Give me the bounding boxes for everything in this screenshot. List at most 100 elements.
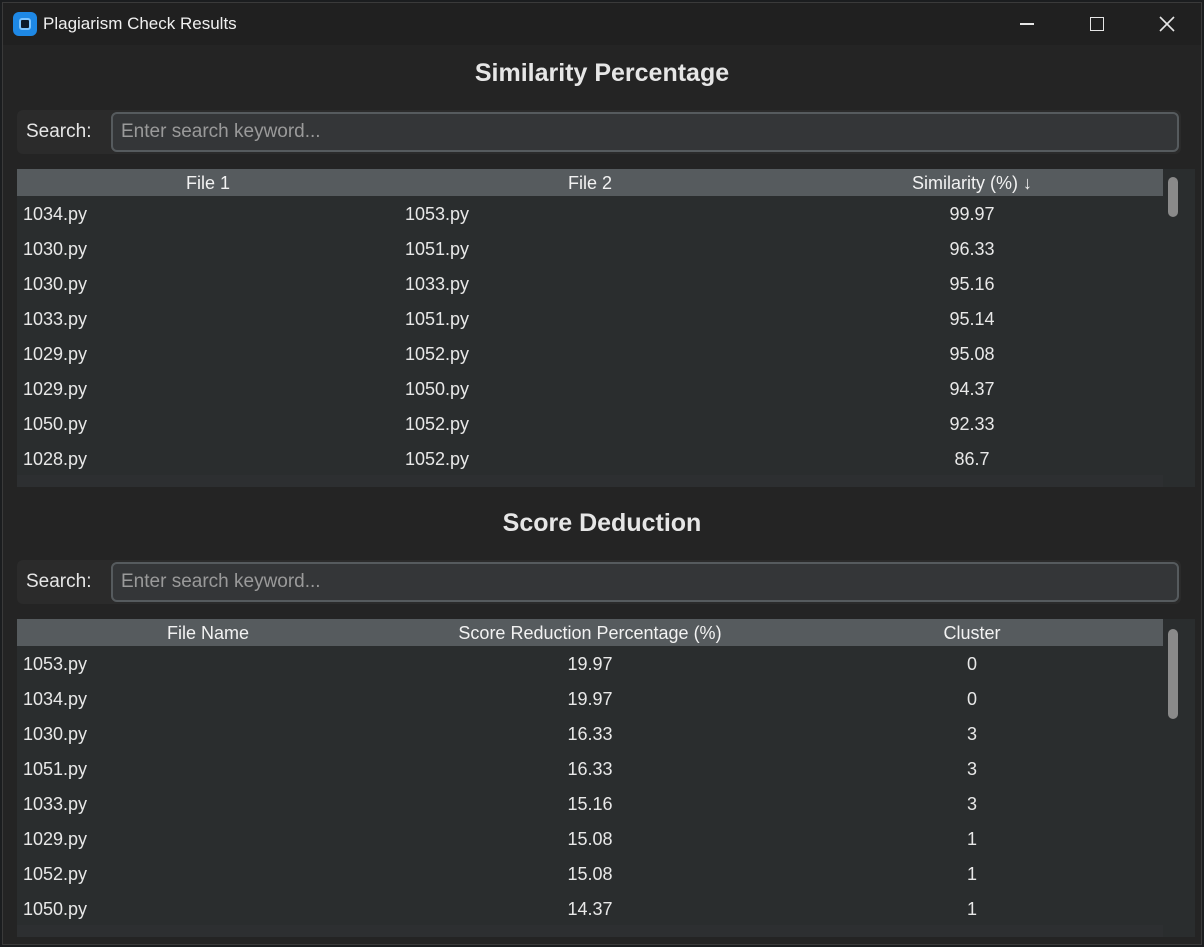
cell-similarity: 95.08 <box>949 344 995 364</box>
similarity-vertical-scrollbar[interactable] <box>1168 173 1178 473</box>
cell-score-reduction: 16.33 <box>567 724 613 744</box>
cell-similarity: 92.33 <box>949 414 995 434</box>
cell-file2: 1052.py <box>405 449 470 469</box>
similarity-table: File 1 File 2 Similarity (%) ↓ 1034.py 1… <box>17 169 1195 487</box>
similarity-search-input[interactable] <box>111 112 1179 152</box>
column-header-score-reduction[interactable]: Score Reduction Percentage (%) <box>399 623 781 644</box>
cell-file1: 1030.py <box>23 274 88 294</box>
cell-file1: 1029.py <box>23 379 88 399</box>
column-header-file-name[interactable]: File Name <box>17 623 399 644</box>
cell-file2: 1052.py <box>405 414 470 434</box>
cell-cluster: 0 <box>966 689 977 709</box>
table-row[interactable]: 1029.py 1052.py 95.08 <box>17 336 1163 371</box>
table-row[interactable]: 1030.py 1051.py 96.33 <box>17 231 1163 266</box>
cell-cluster: 3 <box>966 794 977 814</box>
cell-file-name: 1053.py <box>23 654 88 674</box>
cell-score-reduction: 19.97 <box>567 654 613 674</box>
deduction-search-input[interactable] <box>111 562 1179 602</box>
cell-score-reduction: 15.08 <box>567 864 613 884</box>
deduction-search-bar: Search: <box>17 560 1181 604</box>
table-row[interactable]: 1030.py 16.33 3 <box>17 716 1163 751</box>
table-row[interactable]: 1050.py 14.37 1 <box>17 891 1163 926</box>
deduction-section-title: Score Deduction <box>502 509 702 537</box>
cell-cluster: 1 <box>966 899 977 919</box>
table-row[interactable]: 1029.py 1050.py 94.37 <box>17 371 1163 406</box>
column-header-file2[interactable]: File 2 <box>399 173 781 194</box>
table-row[interactable]: 1053.py 19.97 0 <box>17 646 1163 681</box>
close-icon <box>1159 16 1175 32</box>
cell-file-name: 1050.py <box>23 899 88 919</box>
cell-similarity: 95.16 <box>949 274 995 294</box>
similarity-scroll-thumb[interactable] <box>1168 177 1178 217</box>
cell-file2: 1050.py <box>405 379 470 399</box>
cell-score-reduction: 16.33 <box>567 759 613 779</box>
similarity-search-label: Search: <box>26 121 92 142</box>
cell-similarity: 96.33 <box>949 239 995 259</box>
cell-file2: 1052.py <box>405 344 470 364</box>
table-row[interactable]: 1034.py 1053.py 99.97 <box>17 196 1163 231</box>
app-icon <box>13 12 37 36</box>
similarity-horizontal-scrollbar[interactable] <box>17 475 1163 487</box>
cell-file-name: 1029.py <box>23 829 88 849</box>
cell-score-reduction: 15.16 <box>567 794 613 814</box>
column-header-cluster[interactable]: Cluster <box>781 623 1163 644</box>
similarity-section-title: Similarity Percentage <box>474 59 730 87</box>
cell-file2: 1051.py <box>405 309 470 329</box>
cell-cluster: 1 <box>966 829 977 849</box>
cell-score-reduction: 14.37 <box>567 899 613 919</box>
cell-file1: 1034.py <box>23 204 88 224</box>
cell-similarity: 95.14 <box>949 309 995 329</box>
table-row[interactable]: 1034.py 19.97 0 <box>17 681 1163 716</box>
deduction-vertical-scrollbar[interactable] <box>1168 623 1178 923</box>
cell-file-name: 1051.py <box>23 759 88 779</box>
cell-file2: 1033.py <box>405 274 470 294</box>
cell-file2: 1053.py <box>405 204 470 224</box>
deduction-scroll-thumb[interactable] <box>1168 629 1178 719</box>
cell-file-name: 1033.py <box>23 794 88 814</box>
window-title: Plagiarism Check Results <box>43 14 237 33</box>
table-row[interactable]: 1050.py 1052.py 92.33 <box>17 406 1163 441</box>
cell-cluster: 3 <box>966 759 977 779</box>
cell-cluster: 0 <box>966 654 977 674</box>
column-header-file1[interactable]: File 1 <box>17 173 399 194</box>
deduction-table-body: 1053.py 19.97 0 1034.py 19.97 0 1030.py … <box>17 646 1163 926</box>
cell-file1: 1050.py <box>23 414 88 434</box>
maximize-icon <box>1090 17 1104 31</box>
cell-file-name: 1052.py <box>23 864 88 884</box>
similarity-table-body: 1034.py 1053.py 99.97 1030.py 1051.py 96… <box>17 196 1163 476</box>
table-row[interactable]: 1033.py 1051.py 95.14 <box>17 301 1163 336</box>
minimize-icon <box>1020 23 1034 25</box>
table-row[interactable]: 1030.py 1033.py 95.16 <box>17 266 1163 301</box>
deduction-horizontal-scrollbar[interactable] <box>17 925 1163 937</box>
table-row[interactable]: 1028.py 1052.py 86.7 <box>17 441 1163 476</box>
deduction-table: File Name Score Reduction Percentage (%)… <box>17 619 1195 937</box>
table-row[interactable]: 1052.py 15.08 1 <box>17 856 1163 891</box>
cell-similarity: 99.97 <box>949 204 995 224</box>
cell-file1: 1030.py <box>23 239 88 259</box>
cell-similarity: 86.7 <box>954 449 990 469</box>
plagiarism-results-window: Plagiarism Check Results Similarity Perc… <box>2 2 1202 945</box>
similarity-search-bar: Search: <box>17 110 1181 154</box>
minimize-button[interactable] <box>992 3 1062 45</box>
deduction-search-label: Search: <box>26 571 92 592</box>
cell-similarity: 94.37 <box>949 379 995 399</box>
table-row[interactable]: 1033.py 15.16 3 <box>17 786 1163 821</box>
cell-score-reduction: 19.97 <box>567 689 613 709</box>
cell-file1: 1028.py <box>23 449 88 469</box>
cell-file1: 1029.py <box>23 344 88 364</box>
cell-file-name: 1034.py <box>23 689 88 709</box>
similarity-table-header: File 1 File 2 Similarity (%) ↓ <box>17 169 1163 196</box>
cell-score-reduction: 15.08 <box>567 829 613 849</box>
table-row[interactable]: 1051.py 16.33 3 <box>17 751 1163 786</box>
cell-file-name: 1030.py <box>23 724 88 744</box>
cell-cluster: 3 <box>966 724 977 744</box>
cell-file2: 1051.py <box>405 239 470 259</box>
cell-file1: 1033.py <box>23 309 88 329</box>
close-button[interactable] <box>1132 3 1201 45</box>
deduction-table-header: File Name Score Reduction Percentage (%)… <box>17 619 1163 646</box>
maximize-button[interactable] <box>1062 3 1132 45</box>
title-bar[interactable]: Plagiarism Check Results <box>3 3 1201 45</box>
table-row[interactable]: 1029.py 15.08 1 <box>17 821 1163 856</box>
cell-cluster: 1 <box>966 864 977 884</box>
column-header-similarity[interactable]: Similarity (%) ↓ <box>781 173 1163 194</box>
